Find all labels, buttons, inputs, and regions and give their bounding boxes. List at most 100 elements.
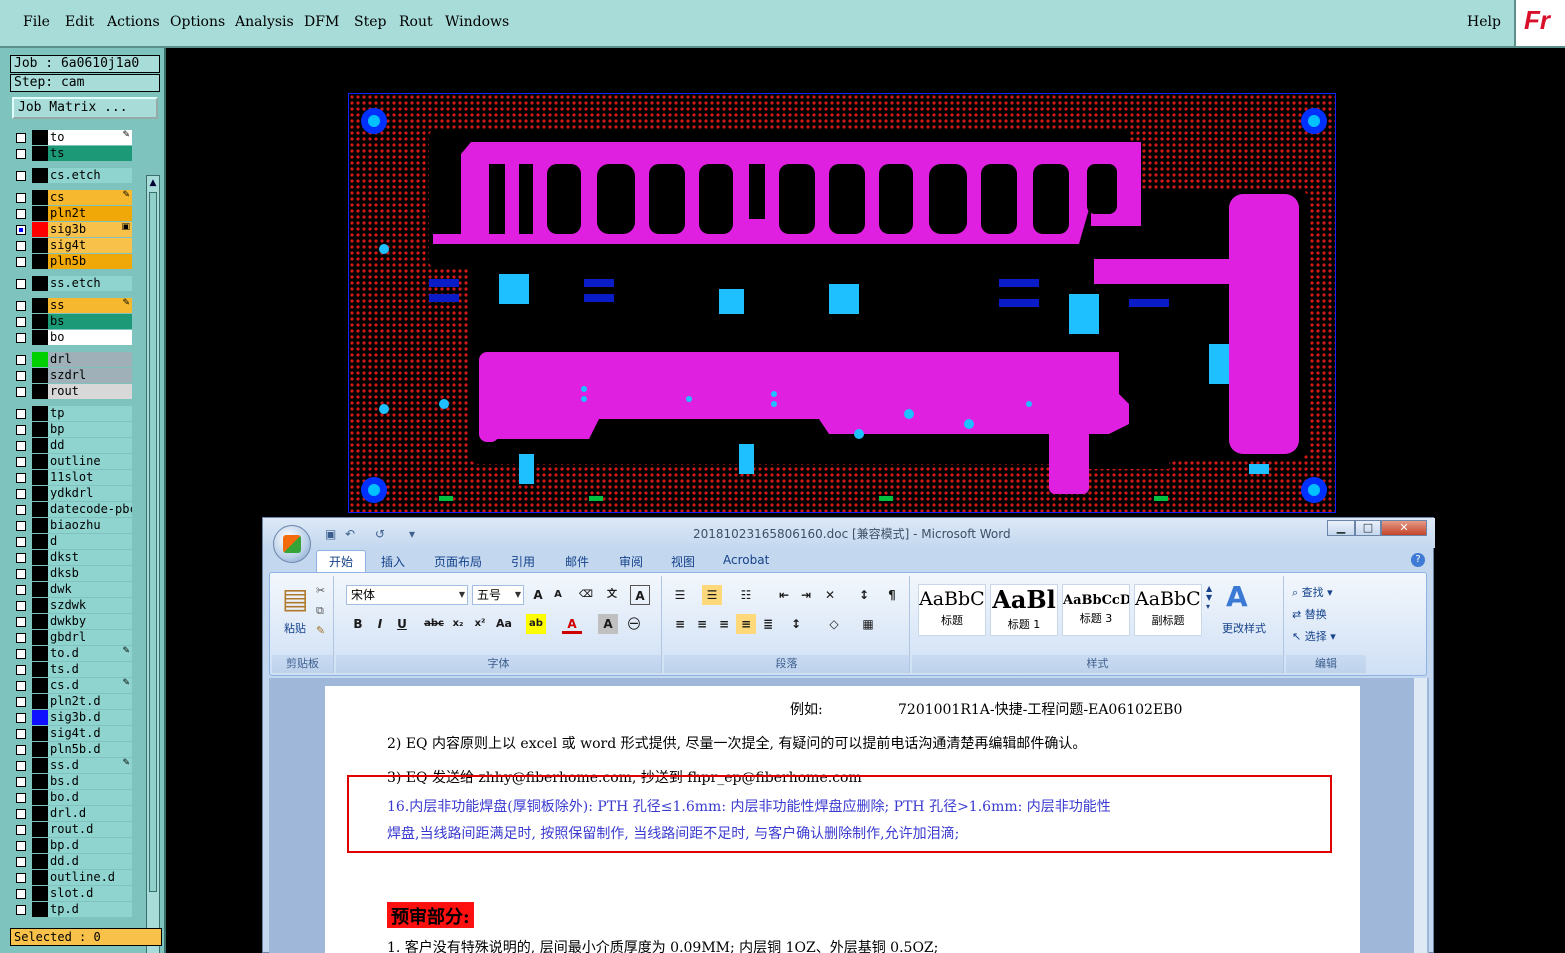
layer-checkbox[interactable] — [16, 225, 26, 235]
layer-name[interactable]: 11slot — [48, 470, 132, 485]
highlight-icon[interactable]: ab — [526, 614, 546, 634]
layer-row[interactable]: bs — [12, 314, 134, 329]
layer-row[interactable]: ss.etch — [12, 276, 134, 291]
shading-icon[interactable]: ◇ — [824, 614, 844, 634]
char-shading-icon[interactable]: A — [598, 614, 618, 634]
pcb-graphic-view[interactable] — [348, 93, 1336, 513]
tab-review[interactable]: 审阅 — [619, 553, 643, 570]
layer-color-swatch[interactable] — [32, 438, 48, 453]
layer-checkbox[interactable] — [16, 729, 26, 739]
cut-icon[interactable]: ✂ — [316, 584, 325, 597]
layer-row[interactable]: cs.etch — [12, 168, 134, 183]
layer-row[interactable]: to.d ✎ — [12, 646, 134, 661]
font-name-combo[interactable]: 宋体 ▼ — [346, 585, 468, 605]
layer-name[interactable]: dwkby — [48, 614, 132, 629]
layer-checkbox[interactable] — [16, 713, 26, 723]
layer-name[interactable]: pln2t.d — [48, 694, 132, 709]
maximize-button[interactable]: □ — [1355, 520, 1381, 536]
menu-analysis[interactable]: Analysis — [235, 14, 294, 30]
layer-name[interactable]: drl — [48, 352, 132, 367]
layer-row[interactable]: szdwk — [12, 598, 134, 613]
layer-checkbox[interactable] — [16, 905, 26, 915]
layer-color-swatch[interactable] — [32, 190, 48, 205]
layer-checkbox[interactable] — [16, 809, 26, 819]
layer-name[interactable]: drl.d — [48, 806, 132, 821]
layer-color-swatch[interactable] — [32, 886, 48, 901]
font-color-icon[interactable]: A — [562, 614, 582, 634]
layer-name[interactable]: szdrl — [48, 368, 132, 383]
layer-row[interactable]: ts.d — [12, 662, 134, 677]
sort-icon[interactable]: ↕ — [854, 585, 874, 605]
layer-color-swatch[interactable] — [32, 790, 48, 805]
layer-color-swatch[interactable] — [32, 598, 48, 613]
layer-name[interactable]: ss.etch — [48, 276, 132, 291]
layer-row[interactable]: dwkby — [12, 614, 134, 629]
layer-row[interactable]: ss ✎ — [12, 298, 134, 313]
layer-color-swatch[interactable] — [32, 566, 48, 581]
layer-name[interactable]: bp — [48, 422, 132, 437]
layer-name[interactable]: bo — [48, 330, 132, 345]
phonetic-icon[interactable]: 文 — [602, 585, 622, 605]
layer-row[interactable]: cs ✎ — [12, 190, 134, 205]
layer-color-swatch[interactable] — [32, 902, 48, 917]
align-center-icon[interactable]: ≡ — [692, 614, 712, 634]
layer-name[interactable]: slot.d — [48, 886, 132, 901]
layer-checkbox[interactable] — [16, 149, 26, 159]
layer-checkbox[interactable] — [16, 333, 26, 343]
align-left-icon[interactable]: ≡ — [670, 614, 690, 634]
layer-color-swatch[interactable] — [32, 726, 48, 741]
layer-checkbox[interactable] — [16, 697, 26, 707]
layer-name[interactable]: pln5b.d — [48, 742, 132, 757]
layer-row[interactable]: pln2t.d — [12, 694, 134, 709]
menu-rout[interactable]: Rout — [399, 14, 433, 30]
layer-checkbox[interactable] — [16, 761, 26, 771]
layer-color-swatch[interactable] — [32, 646, 48, 661]
layer-row[interactable]: rout.d — [12, 822, 134, 837]
layer-row[interactable]: 11slot — [12, 470, 134, 485]
layer-checkbox[interactable] — [16, 209, 26, 219]
layer-name[interactable]: sig4t.d — [48, 726, 132, 741]
layer-color-swatch[interactable] — [32, 502, 48, 517]
layer-name[interactable]: dksb — [48, 566, 132, 581]
enclose-char-icon[interactable]: ㊀ — [624, 614, 644, 634]
decrease-indent-icon[interactable]: ⇤ — [774, 585, 794, 605]
menu-actions[interactable]: Actions — [107, 14, 160, 30]
layer-color-swatch[interactable] — [32, 534, 48, 549]
tab-insert[interactable]: 插入 — [381, 553, 405, 570]
layer-row[interactable]: sig3b ▣ — [12, 222, 134, 237]
layer-row[interactable]: dd — [12, 438, 134, 453]
layer-row[interactable]: ts — [12, 146, 134, 161]
layer-checkbox[interactable] — [16, 387, 26, 397]
layer-name[interactable]: bs.d — [48, 774, 132, 789]
job-matrix-button[interactable]: Job Matrix ... — [12, 97, 158, 119]
save-icon[interactable]: ▣ — [325, 527, 336, 541]
layer-name[interactable]: tp.d — [48, 902, 132, 917]
layer-color-swatch[interactable] — [32, 238, 48, 253]
layer-name[interactable]: cs — [48, 190, 132, 205]
layer-color-swatch[interactable] — [32, 298, 48, 313]
layer-color-swatch[interactable] — [32, 406, 48, 421]
layer-name[interactable]: rout — [48, 384, 132, 399]
layer-name[interactable]: ts — [48, 146, 132, 161]
layer-color-swatch[interactable] — [32, 614, 48, 629]
layer-row[interactable]: dwk — [12, 582, 134, 597]
word-window[interactable]: 20181023165806160.doc [兼容模式] - Microsoft… — [262, 517, 1435, 953]
layer-name[interactable]: rout.d — [48, 822, 132, 837]
layer-name[interactable]: dd — [48, 438, 132, 453]
borders-icon[interactable]: ▦ — [858, 614, 878, 634]
layer-row[interactable]: sig4t.d — [12, 726, 134, 741]
layer-color-swatch[interactable] — [32, 486, 48, 501]
layer-checkbox[interactable] — [16, 505, 26, 515]
layer-color-swatch[interactable] — [32, 678, 48, 693]
layer-color-swatch[interactable] — [32, 774, 48, 789]
layer-checkbox[interactable] — [16, 825, 26, 835]
undo-icon[interactable]: ↶ — [345, 527, 355, 541]
menu-options[interactable]: Options — [170, 14, 225, 30]
layer-color-swatch[interactable] — [32, 352, 48, 367]
layer-row[interactable]: gbdrl — [12, 630, 134, 645]
layer-name[interactable]: to.d — [48, 646, 132, 661]
layer-row[interactable]: bo.d — [12, 790, 134, 805]
layer-color-swatch[interactable] — [32, 662, 48, 677]
layer-checkbox[interactable] — [16, 553, 26, 563]
layer-name[interactable]: dd.d — [48, 854, 132, 869]
